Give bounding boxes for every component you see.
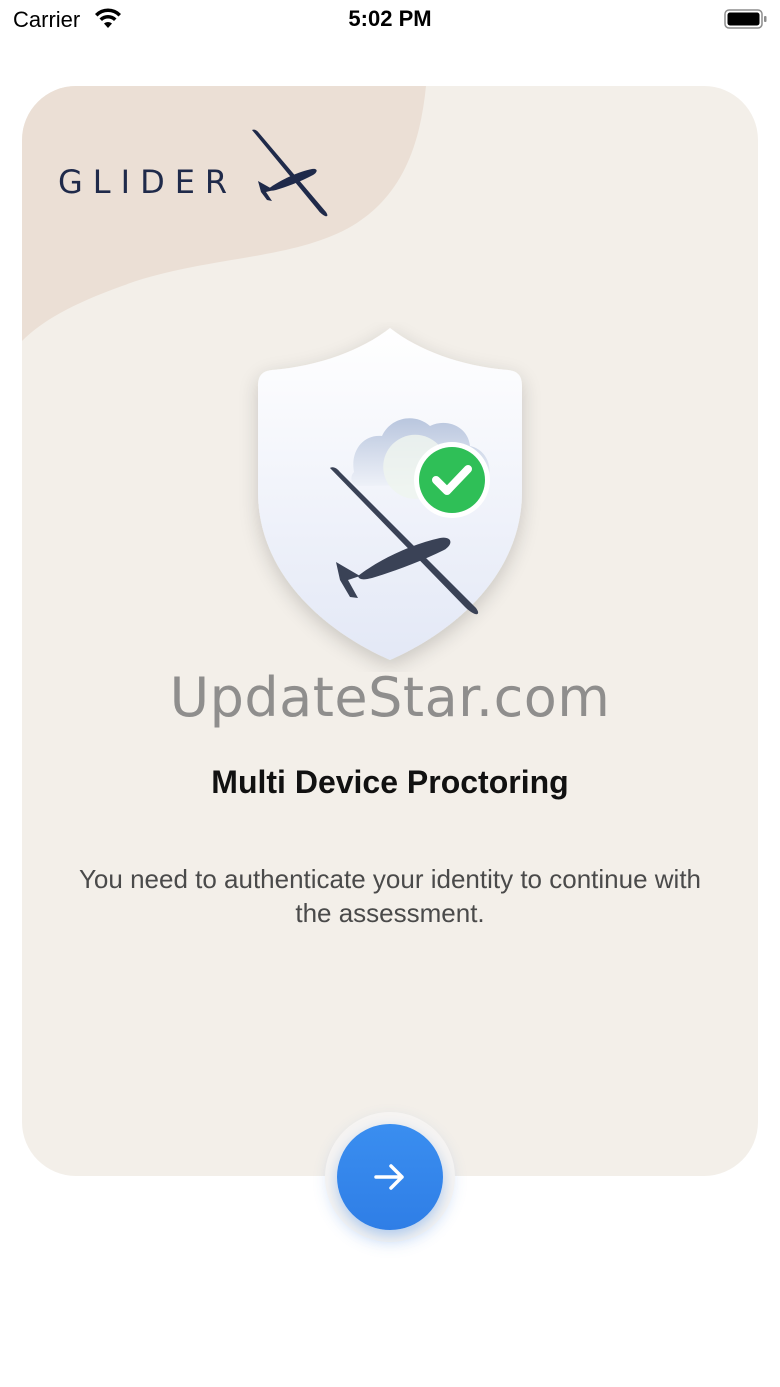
screen: Carrier 5:02 PM GLIDER UpdateStar.com Mu… [0, 0, 780, 1387]
page-title: Multi Device Proctoring [211, 764, 569, 800]
next-button[interactable] [337, 1124, 443, 1230]
page-description: You need to authenticate your identity t… [78, 864, 702, 928]
glider-logo: GLIDER [58, 126, 348, 226]
logo-text: GLIDER [58, 163, 238, 201]
glider-plane-icon [252, 129, 328, 217]
arrow-right-icon [374, 1164, 404, 1190]
clock: 5:02 PM [348, 6, 432, 31]
watermark: UpdateStar.com [169, 666, 611, 729]
battery-icon [724, 9, 767, 29]
welcome-card: GLIDER UpdateStar.com Multi Device Proct… [22, 86, 758, 1176]
shield-check-glider-icon [258, 328, 522, 660]
status-bar: Carrier 5:02 PM [0, 0, 780, 40]
